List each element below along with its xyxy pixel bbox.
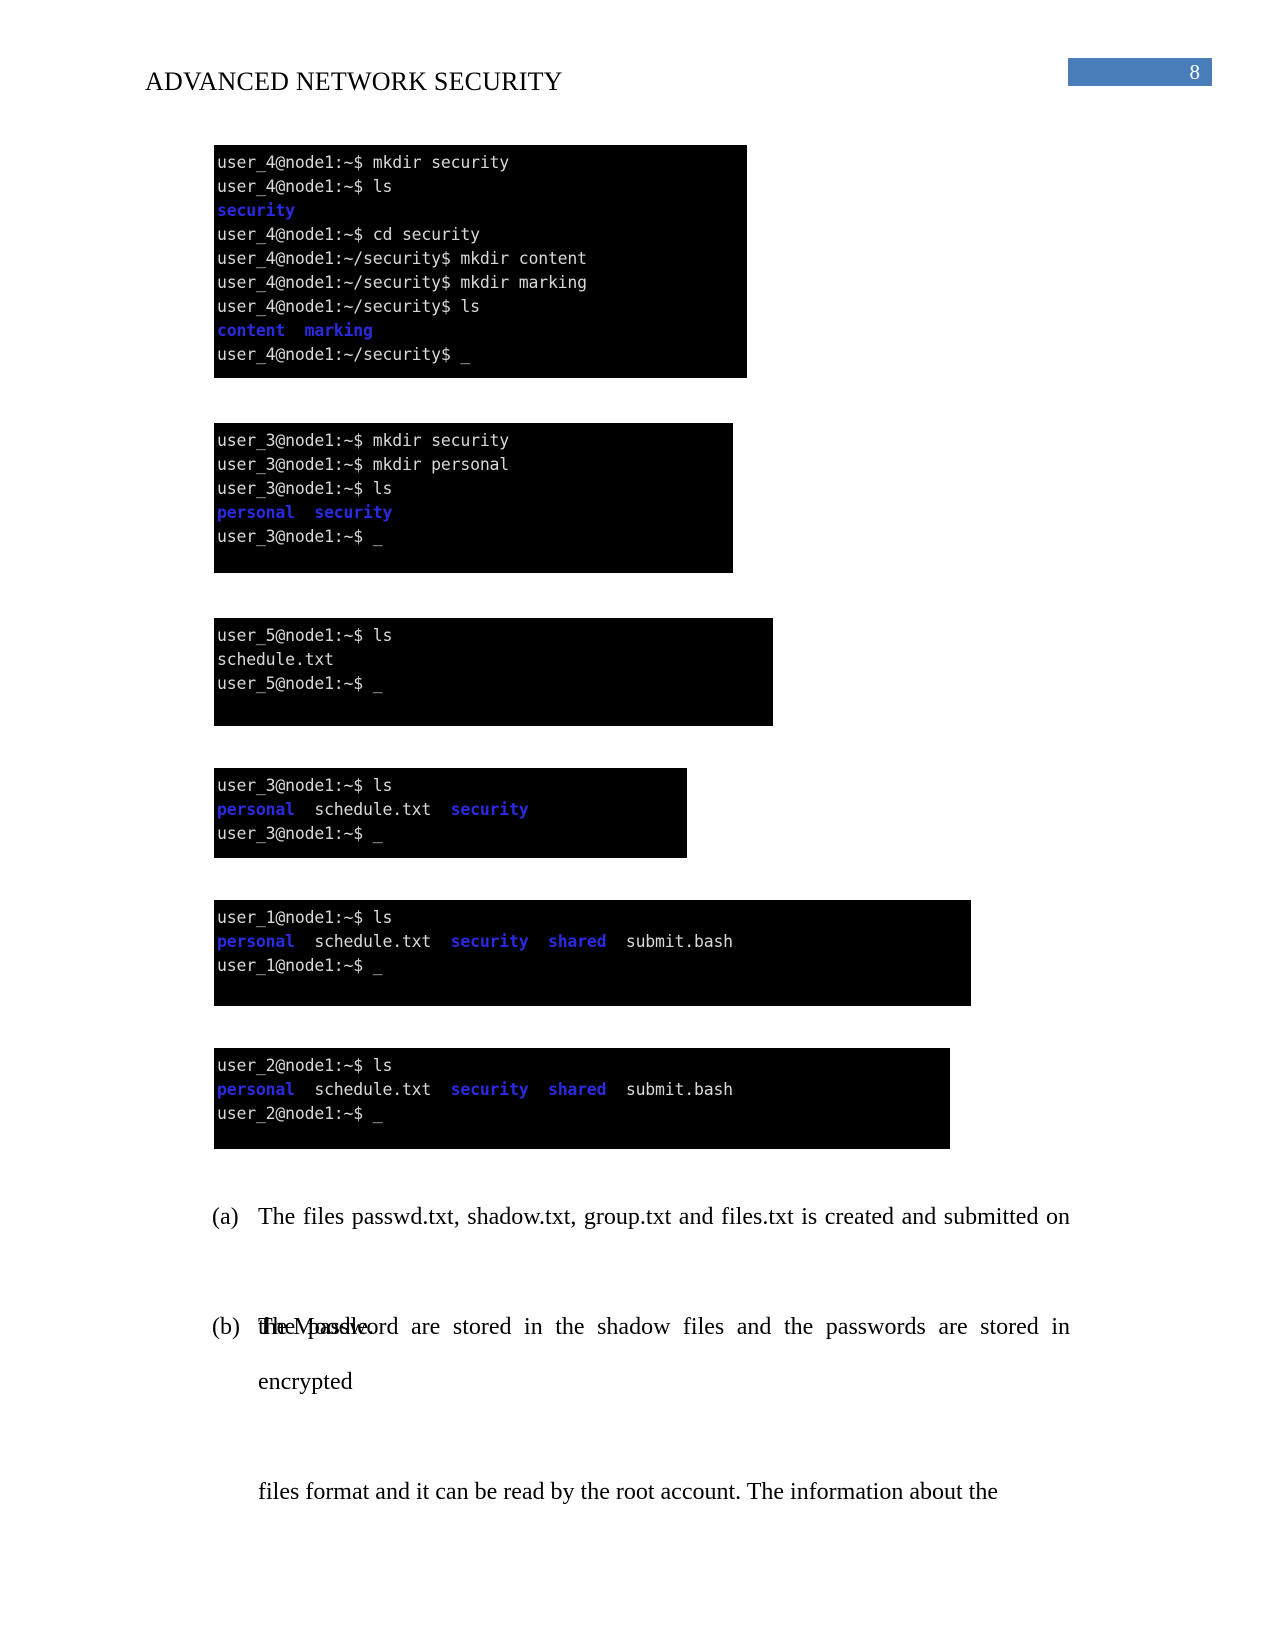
directory-name: personal [217, 932, 295, 951]
terminal-text: user_5@node1:~$ [217, 674, 373, 693]
terminal-line: user_1@node1:~$ _ [217, 954, 971, 978]
directory-name: personal [217, 1080, 295, 1099]
directory-name: security [217, 201, 295, 220]
directory-name: content [217, 321, 286, 340]
terminal-text: user_1@node1:~$ [217, 956, 373, 975]
terminal-line: user_2@node1:~$ _ [217, 1102, 950, 1126]
terminal-text: submit.bash [606, 932, 733, 951]
terminal-line: user_5@node1:~$ ls [217, 624, 773, 648]
paragraph-line: The files passwd.txt, shadow.txt, group.… [258, 1204, 1070, 1230]
directory-name: security [450, 800, 529, 819]
terminal-line: personal schedule.txt security shared su… [217, 1078, 950, 1102]
terminal-line: user_3@node1:~$ ls [217, 477, 733, 501]
cursor-glyph: _ [372, 824, 383, 843]
terminal-text: user_4@node1:~/security$ ls [217, 297, 480, 316]
terminal-line: user_3@node1:~$ _ [217, 822, 687, 846]
terminal-screenshot-4: user_3@node1:~$ ls personal schedule.txt … [214, 768, 687, 858]
terminal-text: user_5@node1:~$ ls [217, 626, 393, 645]
list-marker: (a) [212, 1204, 239, 1230]
directory-name: marking [304, 321, 373, 340]
paragraph-line: The password are stored in the shadow fi… [258, 1314, 1070, 1395]
terminal-line: user_3@node1:~$ mkdir security [217, 429, 733, 453]
directory-name: security [450, 1080, 529, 1099]
terminal-line: user_3@node1:~$ ls [217, 774, 687, 798]
directory-name: personal [217, 800, 295, 819]
terminal-screenshot-6: user_2@node1:~$ ls personal schedule.txt … [214, 1048, 950, 1149]
terminal-line: user_4@node1:~/security$ _ [217, 343, 747, 367]
terminal-line: user_4@node1:~/security$ mkdir marking [217, 271, 747, 295]
terminal-line: user_4@node1:~$ ls [217, 175, 747, 199]
directory-name: security [450, 932, 529, 951]
terminal-text: schedule.txt [217, 650, 334, 669]
cursor-glyph: _ [372, 956, 383, 975]
terminal-text: user_4@node1:~$ mkdir security [217, 153, 510, 172]
terminal-text: user_3@node1:~$ ls [217, 479, 393, 498]
terminal-line: user_5@node1:~$ _ [217, 672, 773, 696]
terminal-text: schedule.txt [294, 1080, 451, 1099]
terminal-text: user_3@node1:~$ [217, 527, 373, 546]
terminal-text: user_4@node1:~/security$ mkdir content [217, 249, 587, 268]
terminal-text: user_3@node1:~$ mkdir security [217, 431, 510, 450]
terminal-line: user_3@node1:~$ _ [217, 525, 733, 549]
terminal-text: user_2@node1:~$ [217, 1104, 373, 1123]
list-marker: (b) [212, 1314, 240, 1340]
directory-name: shared [547, 932, 607, 951]
paragraph-line: files format and it can be read by the r… [258, 1479, 998, 1505]
terminal-text: user_3@node1:~$ [217, 824, 373, 843]
terminal-text: user_1@node1:~$ ls [217, 908, 393, 927]
page-title: ADVANCED NETWORK SECURITY [145, 67, 563, 96]
terminal-text: schedule.txt [294, 932, 451, 951]
terminal-text: user_3@node1:~$ mkdir personal [217, 455, 510, 474]
terminal-line: security [217, 199, 747, 223]
list-item: (b) The password are stored in the shado… [212, 1300, 1070, 1520]
directory-name: security [314, 503, 393, 522]
terminal-line: user_1@node1:~$ ls [217, 906, 971, 930]
directory-name: shared [547, 1080, 607, 1099]
terminal-line: user_3@node1:~$ mkdir personal [217, 453, 733, 477]
terminal-line: schedule.txt [217, 648, 773, 672]
terminal-line: user_4@node1:~$ cd security [217, 223, 747, 247]
terminal-line: user_4@node1:~/security$ ls [217, 295, 747, 319]
terminal-screenshot-5: user_1@node1:~$ ls personal schedule.txt … [214, 900, 971, 1006]
terminal-line: content marking [217, 319, 747, 343]
terminal-screenshot-3: user_5@node1:~$ ls schedule.txt user_5@nod… [214, 618, 773, 726]
directory-name: personal [217, 503, 295, 522]
page-number-badge: 8 [1068, 58, 1212, 86]
terminal-text: user_4@node1:~/security$ mkdir marking [217, 273, 587, 292]
terminal-text: user_2@node1:~$ ls [217, 1056, 393, 1075]
cursor-glyph: _ [372, 674, 383, 693]
terminal-line: user_2@node1:~$ ls [217, 1054, 950, 1078]
terminal-text: submit.bash [606, 1080, 733, 1099]
terminal-text: user_3@node1:~$ ls [217, 776, 393, 795]
cursor-glyph: _ [460, 345, 471, 364]
terminal-line: personal schedule.txt security shared su… [217, 930, 971, 954]
terminal-text: user_4@node1:~/security$ [217, 345, 461, 364]
terminal-line: personal security [217, 501, 733, 525]
terminal-screenshot-1: user_4@node1:~$ mkdir security user_4@nod… [214, 145, 747, 378]
list-item-text: The password are stored in the shadow fi… [258, 1300, 1070, 1520]
cursor-glyph: _ [372, 1104, 383, 1123]
document-page: ADVANCED NETWORK SECURITY 8 user_4@node1… [0, 0, 1275, 1650]
terminal-line: personal schedule.txt security [217, 798, 687, 822]
terminal-line: user_4@node1:~$ mkdir security [217, 151, 747, 175]
terminal-text: schedule.txt [294, 800, 451, 819]
terminal-text: user_4@node1:~$ ls [217, 177, 393, 196]
terminal-text: user_4@node1:~$ cd security [217, 225, 480, 244]
terminal-screenshot-2: user_3@node1:~$ mkdir security user_3@nod… [214, 423, 733, 573]
cursor-glyph: _ [372, 527, 383, 546]
terminal-line: user_4@node1:~/security$ mkdir content [217, 247, 747, 271]
